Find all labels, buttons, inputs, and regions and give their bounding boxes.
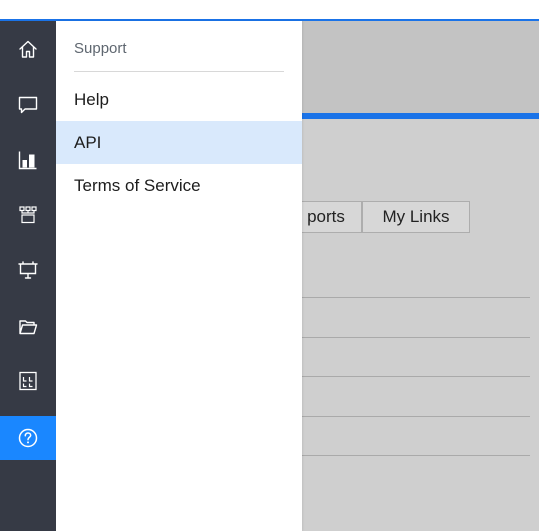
top-bar bbox=[0, 0, 539, 21]
tab-my-links[interactable]: My Links bbox=[362, 201, 470, 233]
bar-chart-icon bbox=[18, 151, 37, 170]
tab-my-links-label: My Links bbox=[382, 207, 450, 226]
content-header-accent bbox=[302, 113, 539, 119]
menu-item-help[interactable]: Help bbox=[56, 78, 302, 121]
sidebar-item-files[interactable] bbox=[0, 305, 56, 349]
menu-item-label: API bbox=[74, 132, 102, 152]
home-icon bbox=[19, 40, 37, 58]
sidebar-item-messages[interactable] bbox=[0, 83, 56, 127]
tab-reports-label: ports bbox=[307, 207, 345, 226]
sidebar-item-dashboard[interactable] bbox=[0, 359, 56, 403]
sidebar-item-presentations[interactable] bbox=[0, 248, 56, 292]
menu-item-label: Terms of Service bbox=[74, 175, 201, 195]
support-menu-header: Support bbox=[74, 40, 127, 57]
menu-divider bbox=[74, 71, 284, 72]
menu-item-label: Help bbox=[74, 89, 109, 109]
sidebar bbox=[0, 21, 56, 531]
chat-icon bbox=[18, 96, 38, 114]
org-chart-icon bbox=[19, 206, 37, 224]
support-menu: Support Help API Terms of Service bbox=[56, 21, 302, 531]
folder-icon bbox=[19, 320, 38, 335]
menu-item-terms-of-service[interactable]: Terms of Service bbox=[56, 164, 302, 207]
sidebar-item-organization[interactable] bbox=[0, 193, 56, 237]
content-header bbox=[302, 21, 539, 113]
help-icon bbox=[18, 428, 38, 448]
sidebar-item-support[interactable] bbox=[0, 416, 56, 460]
list-divider bbox=[302, 337, 530, 338]
list-divider bbox=[302, 297, 530, 298]
menu-item-api[interactable]: API bbox=[56, 121, 302, 164]
presentation-icon bbox=[18, 261, 38, 279]
sidebar-item-home[interactable] bbox=[0, 27, 56, 71]
grid-icon bbox=[19, 371, 37, 391]
list-divider bbox=[302, 376, 530, 377]
list-divider bbox=[302, 416, 530, 417]
list-divider bbox=[302, 455, 530, 456]
sidebar-item-reports[interactable] bbox=[0, 138, 56, 182]
